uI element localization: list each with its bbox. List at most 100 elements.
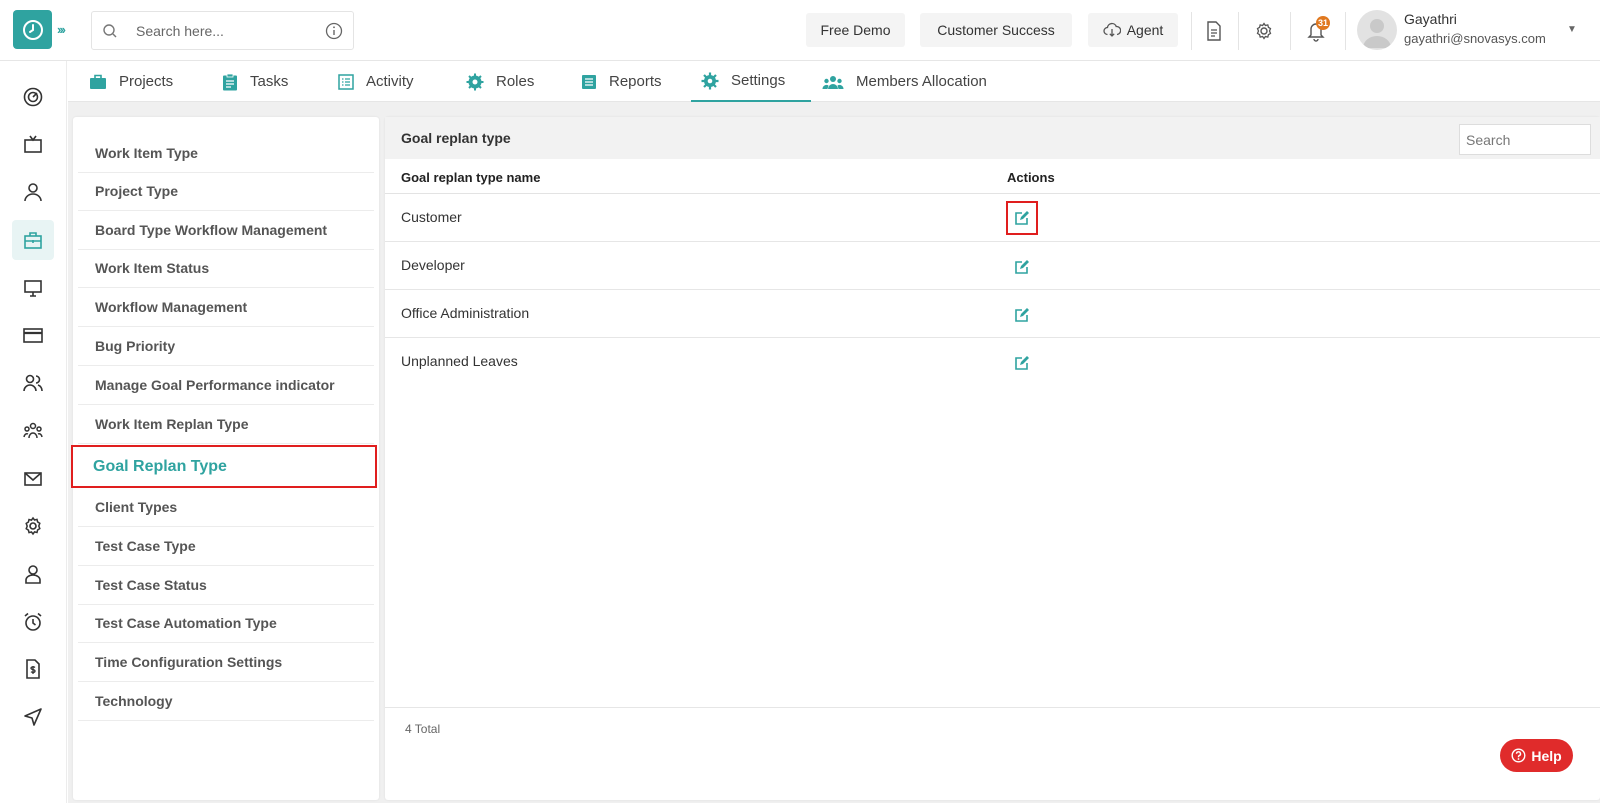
menu-item-label: Client Types <box>95 499 178 515</box>
agent-button-label: Agent <box>1126 22 1164 38</box>
divider <box>1290 12 1291 50</box>
edit-icon <box>1015 356 1029 370</box>
agent-button[interactable]: Agent <box>1088 13 1178 47</box>
customer-success-button[interactable]: Customer Success <box>920 13 1072 47</box>
menu-item-test-case-status[interactable]: Test Case Status <box>78 566 374 605</box>
tab-projects[interactable]: Projects <box>89 61 173 102</box>
settings-icon[interactable] <box>12 506 54 546</box>
briefcase-icon <box>90 74 106 89</box>
menu-item-label: Workflow Management <box>95 299 248 315</box>
expand-sidebar-icon[interactable]: ››› <box>57 22 66 37</box>
row-name: Developer <box>401 257 465 273</box>
menu-item-label: Work Item Replan Type <box>95 416 249 432</box>
tab-reports[interactable]: Reports <box>581 61 662 102</box>
help-label: Help <box>1531 747 1562 764</box>
column-header-name[interactable]: Goal replan type name <box>401 170 540 185</box>
avatar[interactable] <box>1357 10 1397 50</box>
menu-item-time-configuration-settings[interactable]: Time Configuration Settings <box>78 643 374 682</box>
panel-title: Goal replan type <box>401 130 511 146</box>
table-row: Unplanned Leaves <box>385 338 1600 386</box>
users-icon[interactable] <box>12 363 54 403</box>
menu-item-board-type-workflow[interactable]: Board Type Workflow Management <box>78 211 374 250</box>
cloud-download-icon <box>1103 22 1121 37</box>
edit-icon <box>1015 308 1029 322</box>
user-email: gayathri@snovasys.com <box>1404 31 1546 46</box>
search-icon <box>103 23 117 37</box>
free-demo-button[interactable]: Free Demo <box>806 13 905 47</box>
dashboard-icon[interactable] <box>12 77 54 117</box>
menu-item-goal-replan-type[interactable]: Goal Replan Type <box>71 445 377 488</box>
menu-item-workflow-management[interactable]: Workflow Management <box>78 288 374 327</box>
send-icon[interactable] <box>12 697 54 737</box>
menu-item-test-case-type[interactable]: Test Case Type <box>78 527 374 566</box>
user-icon[interactable] <box>12 172 54 212</box>
users-icon <box>822 75 844 89</box>
table-footer-divider <box>385 707 1600 708</box>
edit-button[interactable] <box>1013 306 1031 324</box>
table-row: Customer <box>385 194 1600 242</box>
tab-roles[interactable]: Roles <box>466 61 534 102</box>
edit-icon <box>1015 211 1029 225</box>
cog-icon <box>466 73 484 90</box>
divider <box>1238 12 1239 50</box>
edit-button[interactable] <box>1006 201 1038 235</box>
document-icon[interactable] <box>1201 18 1227 44</box>
column-header-actions: Actions <box>1007 170 1055 185</box>
menu-item-goal-performance-indicator[interactable]: Manage Goal Performance indicator <box>78 366 374 405</box>
menu-item-label: Technology <box>95 693 173 709</box>
briefcase-icon[interactable] <box>12 220 54 260</box>
search-input[interactable] <box>136 22 316 39</box>
list-icon <box>338 73 354 90</box>
menu-item-work-item-type[interactable]: Work Item Type <box>78 134 374 173</box>
tab-label: Projects <box>119 73 174 90</box>
menu-item-label: Test Case Automation Type <box>95 615 277 631</box>
project-tabs: Projects Tasks Activity Roles Reports Se… <box>68 61 1600 102</box>
profile-badge-icon[interactable] <box>12 554 54 594</box>
table-header: Goal replan type name Actions <box>385 159 1600 194</box>
app-logo[interactable] <box>13 10 52 49</box>
question-icon <box>1511 748 1526 763</box>
menu-item-label: Bug Priority <box>95 338 176 354</box>
tab-activity[interactable]: Activity <box>338 61 414 102</box>
tab-settings[interactable]: Settings <box>691 61 811 102</box>
chevron-down-icon[interactable]: ▼ <box>1567 24 1577 35</box>
menu-item-label: Test Case Status <box>95 577 207 593</box>
edit-button[interactable] <box>1013 258 1031 276</box>
gear-icon[interactable] <box>1251 18 1277 44</box>
tab-tasks[interactable]: Tasks <box>222 61 288 102</box>
tab-members-allocation[interactable]: Members Allocation <box>822 61 987 102</box>
info-icon[interactable] <box>325 22 343 40</box>
user-name: Gayathri <box>1404 11 1457 27</box>
gear-icon <box>701 72 719 89</box>
row-name: Unplanned Leaves <box>401 353 518 369</box>
row-name: Office Administration <box>401 305 530 321</box>
top-bar: ››› Free Demo Customer Success Agent 31 … <box>0 0 1600 61</box>
tv-icon[interactable] <box>12 125 54 165</box>
invoice-icon[interactable] <box>12 649 54 689</box>
tab-label: Tasks <box>250 73 289 90</box>
team-icon[interactable] <box>12 411 54 451</box>
menu-item-client-types[interactable]: Client Types <box>78 488 374 527</box>
edit-button[interactable] <box>1013 354 1031 372</box>
edit-icon <box>1015 260 1029 274</box>
goal-replan-type-panel: Goal replan type Goal replan type name A… <box>385 117 1600 800</box>
monitor-icon[interactable] <box>12 268 54 308</box>
menu-item-test-case-automation-type[interactable]: Test Case Automation Type <box>78 604 374 643</box>
menu-item-work-item-replan-type[interactable]: Work Item Replan Type <box>78 405 374 444</box>
mail-icon[interactable] <box>12 459 54 499</box>
menu-item-technology[interactable]: Technology <box>78 682 374 721</box>
table-row: Developer <box>385 242 1600 290</box>
credit-card-icon[interactable] <box>12 315 54 355</box>
menu-item-work-item-status[interactable]: Work Item Status <box>78 249 374 288</box>
menu-item-label: Work Item Type <box>95 145 198 161</box>
divider <box>1345 12 1346 50</box>
menu-item-project-type[interactable]: Project Type <box>78 172 374 211</box>
alarm-clock-icon[interactable] <box>12 602 54 642</box>
menu-item-bug-priority[interactable]: Bug Priority <box>78 327 374 366</box>
menu-item-label: Time Configuration Settings <box>95 654 283 670</box>
panel-search-input[interactable] <box>1459 124 1591 155</box>
help-button[interactable]: Help <box>1500 739 1573 772</box>
total-count: 4 Total <box>405 722 441 736</box>
notification-badge: 31 <box>1316 16 1330 30</box>
tab-label: Activity <box>366 73 414 90</box>
